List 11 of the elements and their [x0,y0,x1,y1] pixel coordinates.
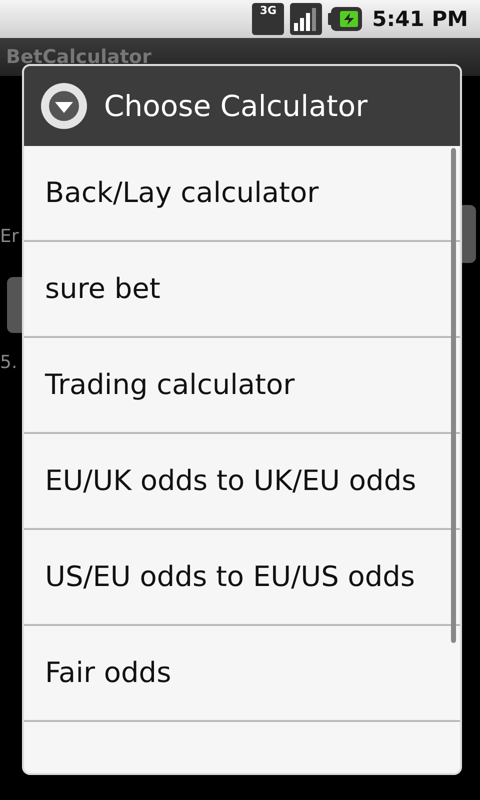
network-icon: 3G [252,3,284,35]
scrollbar[interactable] [451,148,456,643]
battery-icon [328,7,362,31]
background-value: 5. [0,352,18,373]
calculator-option[interactable]: Fair odds [24,626,460,722]
background-label: Er [0,226,19,247]
signal-icon [290,3,322,35]
app-title: BetCalculator [6,46,152,68]
dropdown-icon [40,82,88,130]
clock-time: 5:41 PM [372,7,468,31]
dialog-title: Choose Calculator [104,89,368,123]
